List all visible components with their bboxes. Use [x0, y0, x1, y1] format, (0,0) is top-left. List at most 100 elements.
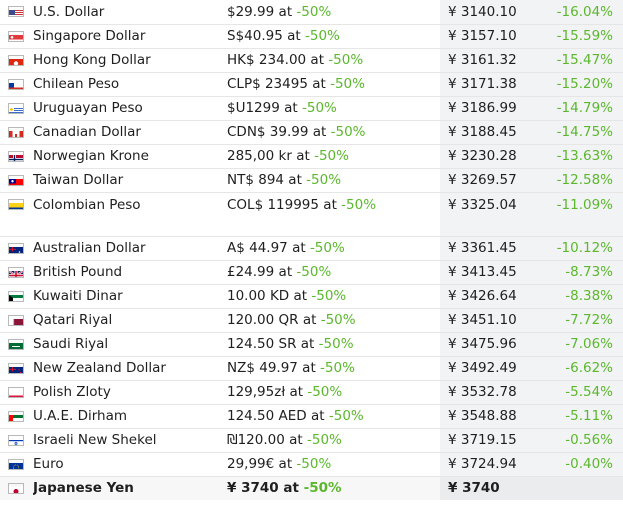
price-value: COL$ 119995 [227, 196, 319, 213]
converted-price: ¥ 3171.38 [440, 72, 547, 97]
table-row: New Zealand Dollar NZ$ 49.97 at -50% ¥ 349… [0, 356, 623, 381]
price-value: NZ$ 49.97 [227, 360, 298, 376]
flag-cell [0, 476, 33, 500]
norway-flag-icon [8, 150, 24, 162]
price-at-label: at [292, 240, 306, 256]
price-value: HK$ 234.00 [227, 52, 307, 68]
local-price: ₪120.00 at -50% [227, 428, 440, 453]
table-row: Kuwaiti Dinar 10.00 KD at -50% ¥ 3426.64 -8… [0, 284, 623, 309]
flag-cell [0, 236, 33, 261]
price-at-label: at [278, 3, 293, 20]
local-price: CLP$ 23495 at -50% [227, 72, 440, 97]
flag-cell [0, 404, 33, 429]
table-row: British Pound £24.99 at -50% ¥ 3413.45 -8.7… [0, 260, 623, 285]
flag-cell [0, 380, 33, 405]
currency-name: Canadian Dollar [33, 120, 227, 145]
local-price: A$ 44.97 at -50% [227, 236, 440, 261]
flag-cell [0, 0, 33, 25]
converted-price: ¥ 3230.28 [440, 144, 547, 169]
price-difference: -0.40% [547, 452, 623, 477]
new-zealand-flag-icon [8, 362, 24, 374]
converted-price: ¥ 3157.10 [440, 24, 547, 49]
table-row: Polish Zloty 129,95zł at -50% ¥ 3532.78 -5.… [0, 380, 623, 405]
table-row: Norwegian Krone 285,00 kr at -50% ¥ 3230.2… [0, 144, 623, 169]
discount-badge: -50% [318, 336, 354, 352]
price-at-label: at [283, 480, 299, 497]
price-difference: -5.54% [547, 380, 623, 405]
table-row: Saudi Riyal 124.50 SR at -50% ¥ 3475.96 -7.… [0, 332, 623, 357]
singapore-flag-icon [8, 30, 24, 42]
table-row: U.A.E. Dirham 124.50 AED at -50% ¥ 3548.88… [0, 404, 623, 429]
chile-flag-icon [8, 78, 24, 90]
converted-price: ¥ 3361.45 [440, 236, 547, 261]
converted-price: ¥ 3475.96 [440, 332, 547, 357]
price-at-label: at [278, 264, 293, 280]
eu-flag-icon [8, 458, 24, 470]
currency-name: Uruguayan Peso [33, 96, 227, 121]
local-price: $29.99 at -50% [227, 0, 440, 25]
converted-price: ¥ 3548.88 [440, 404, 547, 429]
price-at-label: at [311, 408, 325, 424]
price-value: NT$ 894 [227, 172, 284, 188]
price-at-label: at [302, 360, 316, 376]
discount-badge: -50% [341, 196, 377, 213]
currency-name: New Zealand Dollar [33, 356, 227, 381]
uae-flag-icon [8, 410, 24, 422]
local-price: 285,00 kr at -50% [227, 144, 440, 169]
regional-price-table: U.S. Dollar $29.99 at -50% ¥ 3140.10 -16.04… [0, 0, 623, 500]
price-difference: -11.09% [547, 192, 623, 237]
price-difference: -10.12% [547, 236, 623, 261]
price-value: 129,95zł [227, 384, 286, 400]
currency-name: Taiwan Dollar [33, 168, 227, 193]
currency-name: Israeli New Shekel [33, 428, 227, 453]
price-at-label: at [289, 432, 303, 448]
flag-cell [0, 192, 33, 237]
converted-price: ¥ 3532.78 [440, 380, 547, 405]
local-price: S$40.95 at -50% [227, 24, 440, 49]
currency-name: Chilean Peso [33, 72, 227, 97]
converted-price: ¥ 3269.57 [440, 168, 547, 193]
price-difference: -14.75% [547, 120, 623, 145]
price-difference: -16.04% [547, 0, 623, 25]
currency-name: Hong Kong Dollar [33, 48, 227, 73]
currency-name: Japanese Yen [33, 476, 227, 500]
table-row: Qatari Riyal 120.00 QR at -50% ¥ 3451.10 -7… [0, 308, 623, 333]
flag-cell [0, 168, 33, 193]
table-row: Israeli New Shekel ₪120.00 at -50% ¥ 3719.… [0, 428, 623, 453]
local-price: 129,95zł at -50% [227, 380, 440, 405]
currency-name: U.S. Dollar [33, 0, 227, 25]
discount-badge: -50% [304, 28, 340, 44]
currency-name: U.A.E. Dirham [33, 404, 227, 429]
flag-cell [0, 428, 33, 453]
price-at-label: at [323, 196, 337, 213]
converted-price: ¥ 3161.32 [440, 48, 547, 73]
colombia-flag-icon [8, 199, 24, 210]
table-row: Japanese Yen ¥ 3740 at -50% ¥ 3740 [0, 476, 623, 500]
price-difference: -6.62% [547, 356, 623, 381]
discount-badge: -50% [296, 456, 332, 472]
discount-badge: -50% [330, 76, 365, 92]
currency-name: Polish Zloty [33, 380, 227, 405]
price-difference: -12.58% [547, 168, 623, 193]
converted-price: ¥ 3724.94 [440, 452, 547, 477]
local-price: COL$ 119995 at -50% [227, 192, 440, 237]
canada-flag-icon [8, 126, 24, 138]
currency-name: Euro [33, 452, 227, 477]
currency-name: Norwegian Krone [33, 144, 227, 169]
price-difference: -5.11% [547, 404, 623, 429]
converted-price: ¥ 3188.45 [440, 120, 547, 145]
flag-cell [0, 72, 33, 97]
converted-price: ¥ 3186.99 [440, 96, 547, 121]
flag-cell [0, 48, 33, 73]
flag-cell [0, 120, 33, 145]
israel-flag-icon [8, 434, 24, 446]
price-value: £24.99 [227, 264, 275, 280]
price-at-label: at [288, 172, 302, 188]
discount-badge: -50% [303, 480, 342, 497]
flag-cell [0, 144, 33, 169]
flag-cell [0, 284, 33, 309]
flag-cell [0, 24, 33, 49]
discount-badge: -50% [307, 432, 342, 448]
qatar-flag-icon [8, 314, 24, 326]
price-difference: -7.06% [547, 332, 623, 357]
